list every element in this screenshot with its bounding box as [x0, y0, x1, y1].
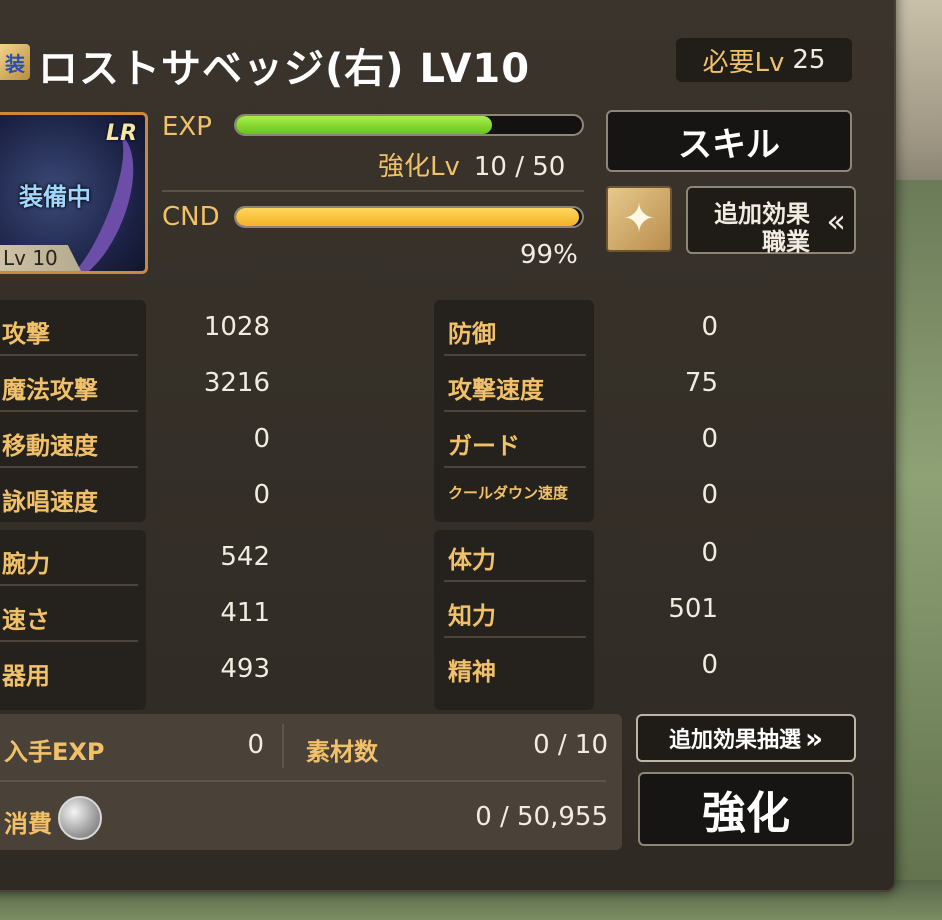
job-label: 職業	[762, 228, 810, 256]
row-divider	[0, 354, 138, 356]
stat-name: 防御	[448, 320, 496, 348]
enhance-level-label: 強化Lv	[378, 152, 460, 182]
required-level-label: 必要Lv	[702, 47, 785, 78]
exp-bar-fill	[236, 116, 493, 134]
stat-name: 腕力	[2, 550, 50, 578]
sparkle-star-icon[interactable]: ✦	[606, 186, 672, 252]
stat-name: クールダウン速度	[448, 484, 569, 502]
rarity-label: LR	[106, 121, 137, 146]
cnd-percent: 99%	[520, 240, 578, 270]
stat-name: 攻撃	[2, 320, 50, 348]
cnd-bar-fill	[236, 208, 579, 226]
stat-value: 3216	[203, 368, 270, 398]
stat-value: 493	[220, 654, 270, 684]
required-level-value: 25	[792, 45, 826, 75]
row-divider	[0, 466, 138, 468]
stat-name: 器用	[2, 662, 50, 690]
stat-value: 1028	[203, 312, 270, 342]
row-divider	[444, 410, 586, 412]
row-divider	[444, 354, 586, 356]
lottery-label: 追加効果抽選	[668, 728, 801, 753]
exp-label: EXP	[162, 112, 212, 142]
stat-name: 体力	[448, 546, 496, 574]
row-divider	[0, 584, 138, 586]
row-divider	[444, 636, 586, 638]
stat-value: 0	[253, 424, 270, 454]
stat-value: 501	[668, 594, 718, 624]
stat-name: 移動速度	[2, 432, 98, 460]
stat-value: 411	[220, 598, 270, 628]
cnd-bar	[234, 206, 584, 228]
stat-value: 0	[701, 650, 718, 680]
enhance-level-value: 10 / 50	[473, 152, 566, 182]
materials-value: 0 / 10	[533, 730, 608, 760]
extra-effect-job-button[interactable]: 追加効果 職業 «	[686, 186, 856, 256]
stat-name: 詠唱速度	[2, 488, 98, 516]
item-portrait[interactable]: LR 装備中 Lv 10	[0, 112, 148, 274]
equipped-label: 装備中	[19, 183, 91, 211]
row-divider	[444, 466, 586, 468]
row-divider	[0, 640, 138, 642]
required-level: 必要Lv 25	[676, 38, 852, 82]
divider	[162, 190, 584, 192]
chevron-left-icon: «	[826, 202, 846, 240]
extra-effect-lottery-button[interactable]: 追加効果抽選 »	[636, 714, 856, 762]
materials-label: 素材数	[306, 738, 378, 766]
skill-button[interactable]: スキル	[606, 110, 852, 172]
stat-name: 魔法攻撃	[2, 376, 98, 404]
enhance-level: 強化Lv 10 / 50	[378, 146, 565, 183]
stat-name: 速さ	[2, 606, 50, 634]
stat-value: 0	[701, 424, 718, 454]
enhance-button[interactable]: 強化	[638, 772, 854, 846]
row-divider	[444, 580, 586, 582]
stat-value: 0	[253, 480, 270, 510]
divider	[0, 780, 606, 782]
exp-bar	[234, 114, 584, 136]
chevron-right-icon: »	[804, 721, 824, 755]
cost-label: 消費	[4, 810, 52, 838]
stat-value: 0	[701, 312, 718, 342]
divider	[282, 724, 284, 768]
stat-name: 知力	[448, 602, 496, 630]
gain-exp-label: 入手EXP	[4, 738, 105, 766]
equipment-badge-icon: 装	[0, 44, 30, 80]
stat-name: ガード	[448, 432, 520, 460]
stat-value: 75	[684, 368, 718, 398]
gain-exp-value: 0	[247, 730, 264, 760]
cost-value: 0 / 50,955	[475, 802, 608, 832]
stat-name: 攻撃速度	[448, 376, 544, 404]
cnd-label: CND	[162, 202, 220, 232]
item-level-tag: Lv 10	[0, 245, 81, 271]
stat-value: 0	[701, 480, 718, 510]
row-divider	[0, 410, 138, 412]
stat-value: 542	[220, 542, 270, 572]
stat-value: 0	[701, 538, 718, 568]
item-title: ロストサベッジ(右) LV10	[38, 46, 531, 92]
silver-coin-icon	[58, 796, 102, 840]
stat-name: 精神	[448, 658, 496, 686]
